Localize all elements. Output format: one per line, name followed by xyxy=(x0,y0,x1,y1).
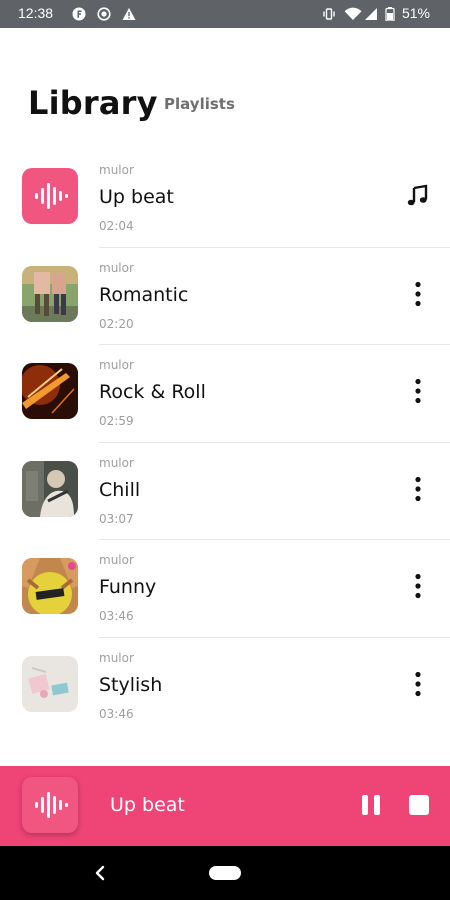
notification-f-icon xyxy=(72,7,86,21)
navigation-bar xyxy=(0,846,450,900)
now-playing-title: Up beat xyxy=(110,794,185,816)
song-duration: 03:46 xyxy=(99,706,134,721)
song-duration: 02:20 xyxy=(99,316,134,331)
more-vert-icon[interactable] xyxy=(404,473,432,505)
vibrate-icon xyxy=(323,8,335,20)
song-artist: mulor xyxy=(99,650,134,665)
song-title: Chill xyxy=(99,478,141,501)
list-item[interactable]: mulor Rock & Roll 02:59 xyxy=(0,345,450,443)
pause-icon[interactable] xyxy=(358,792,384,818)
waveform-cover-icon xyxy=(22,168,78,224)
song-duration: 03:07 xyxy=(99,511,134,526)
rock-cover-image xyxy=(22,363,78,419)
song-title: Romantic xyxy=(99,283,189,306)
battery-percentage: 51% xyxy=(401,5,430,21)
stylish-cover-image xyxy=(22,655,78,712)
song-title: Funny xyxy=(99,576,157,598)
song-artist: mulor xyxy=(99,163,134,177)
list-item[interactable]: mulor Romantic 02:20 xyxy=(0,248,450,345)
chill-cover-image xyxy=(22,460,78,517)
more-vert-icon[interactable] xyxy=(404,375,432,407)
song-artist: mulor xyxy=(99,358,134,372)
page-title: Library xyxy=(28,84,158,122)
more-vert-icon[interactable] xyxy=(404,570,432,602)
home-button[interactable] xyxy=(209,866,241,880)
tab-playlists[interactable]: Playlists xyxy=(164,95,235,113)
wifi-icon xyxy=(344,7,362,21)
back-icon[interactable] xyxy=(92,863,108,883)
song-title: Up beat xyxy=(99,186,174,208)
stop-icon[interactable] xyxy=(407,793,431,817)
song-duration: 02:59 xyxy=(99,414,134,428)
list-item[interactable]: mulor Funny 03:46 xyxy=(0,540,450,638)
status-time: 12:38 xyxy=(18,5,54,21)
battery-icon xyxy=(385,7,395,21)
song-duration: 03:46 xyxy=(99,609,134,623)
romantic-cover-image xyxy=(22,265,78,322)
more-vert-icon[interactable] xyxy=(404,278,432,310)
song-list: mulor Up beat 02:04 mulor Romantic 02:20… xyxy=(0,150,450,735)
list-item[interactable]: mulor Up beat 02:04 xyxy=(0,150,450,248)
more-vert-icon[interactable] xyxy=(404,668,432,700)
warning-icon xyxy=(122,8,136,20)
song-artist: mulor xyxy=(99,260,134,275)
screen-record-icon xyxy=(97,7,111,21)
waveform-icon xyxy=(22,777,78,833)
song-duration: 02:04 xyxy=(99,219,134,233)
list-item[interactable]: mulor Stylish 03:46 xyxy=(0,638,450,736)
status-bar: 12:38 51% xyxy=(0,0,450,28)
music-note-icon xyxy=(404,180,432,212)
song-artist: mulor xyxy=(99,553,134,567)
song-title: Stylish xyxy=(99,673,163,696)
mini-player[interactable]: Up beat xyxy=(0,766,450,846)
song-title: Rock & Roll xyxy=(99,381,206,403)
signal-icon xyxy=(365,8,377,20)
funny-cover-image xyxy=(22,558,78,614)
list-item[interactable]: mulor Chill 03:07 xyxy=(0,443,450,540)
song-artist: mulor xyxy=(99,455,134,470)
